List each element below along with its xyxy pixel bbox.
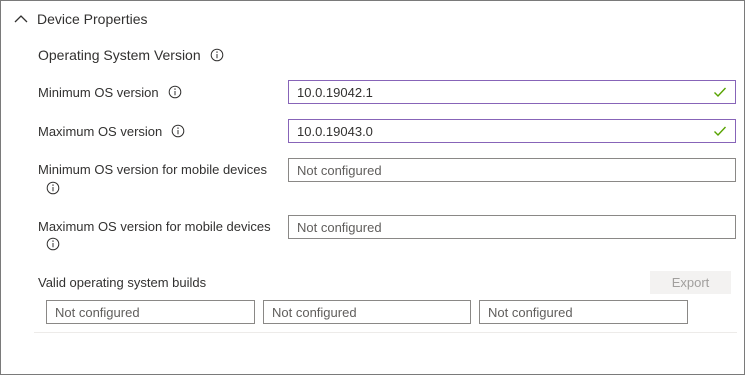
build-input-3-placeholder: Not configured bbox=[488, 304, 573, 320]
min-os-label-row: Minimum OS version bbox=[38, 84, 182, 100]
chevron-up-icon bbox=[13, 11, 29, 27]
info-icon[interactable] bbox=[210, 48, 224, 62]
min-os-input[interactable]: 10.0.19042.1 bbox=[288, 80, 736, 104]
max-os-mobile-input[interactable]: Not configured bbox=[288, 215, 736, 239]
device-properties-panel: Device Properties Operating System Versi… bbox=[0, 0, 745, 375]
min-os-mobile-input[interactable]: Not configured bbox=[288, 158, 736, 182]
section-title: Device Properties bbox=[37, 11, 148, 27]
checkmark-icon bbox=[713, 124, 727, 138]
info-icon[interactable] bbox=[168, 85, 182, 99]
max-os-label-row: Maximum OS version bbox=[38, 123, 185, 139]
info-icon[interactable] bbox=[46, 237, 60, 251]
max-os-mobile-placeholder: Not configured bbox=[297, 219, 382, 235]
build-input-3[interactable]: Not configured bbox=[479, 300, 688, 324]
build-input-2-placeholder: Not configured bbox=[272, 304, 357, 320]
group-title: Operating System Version bbox=[38, 47, 224, 63]
build-input-1[interactable]: Not configured bbox=[46, 300, 255, 324]
section-header-toggle[interactable]: Device Properties bbox=[13, 9, 148, 29]
build-input-1-placeholder: Not configured bbox=[55, 304, 140, 320]
info-icon[interactable] bbox=[171, 124, 185, 138]
max-os-mobile-label: Maximum OS version for mobile devices bbox=[38, 219, 271, 234]
group-title-text: Operating System Version bbox=[38, 47, 201, 63]
max-os-label: Maximum OS version bbox=[38, 123, 163, 139]
max-os-input[interactable]: 10.0.19043.0 bbox=[288, 119, 736, 143]
min-os-label: Minimum OS version bbox=[38, 84, 159, 100]
checkmark-icon bbox=[713, 85, 727, 99]
min-os-mobile-label: Minimum OS version for mobile devices bbox=[38, 162, 268, 177]
build-input-2[interactable]: Not configured bbox=[263, 300, 471, 324]
min-os-mobile-placeholder: Not configured bbox=[297, 162, 382, 178]
min-os-value: 10.0.19042.1 bbox=[297, 84, 373, 100]
divider bbox=[34, 332, 737, 333]
info-icon[interactable] bbox=[46, 181, 60, 195]
max-os-value: 10.0.19043.0 bbox=[297, 123, 373, 139]
valid-builds-label: Valid operating system builds bbox=[38, 275, 207, 290]
export-button[interactable]: Export bbox=[650, 271, 731, 294]
